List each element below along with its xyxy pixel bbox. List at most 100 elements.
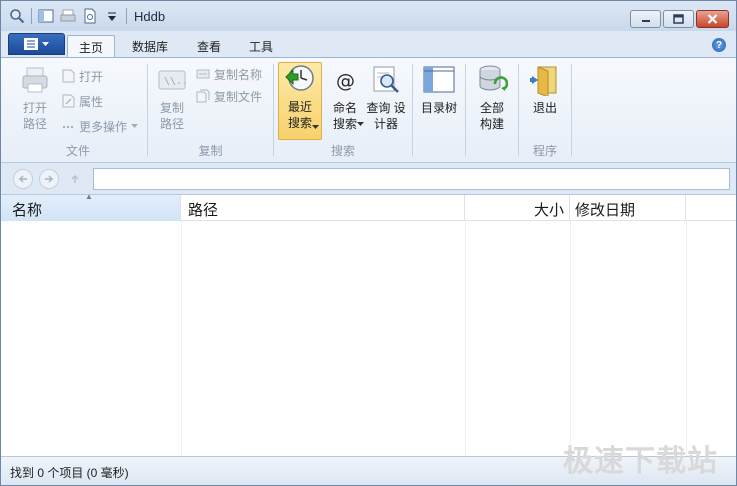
at-sign-icon: @ <box>329 64 361 96</box>
divider <box>686 221 687 457</box>
column-modified-label: 修改日期 <box>575 202 636 219</box>
search-group: 最近 搜索 @ 命名 搜索 查询 设 计器 搜索 <box>274 58 412 162</box>
column-size-label: 大小 <box>533 202 564 219</box>
status-text: 找到 0 个项目 (0 毫秒) <box>10 466 129 480</box>
address-input[interactable] <box>93 168 730 190</box>
copy-file-button[interactable]: 复制文件 <box>196 86 262 106</box>
up-arrow-icon <box>71 174 79 183</box>
copy-group-label: 复制 <box>198 144 223 158</box>
tab-view[interactable]: 查看 <box>186 35 232 57</box>
divider <box>31 8 32 24</box>
customize-dropdown-icon[interactable] <box>104 8 120 24</box>
divider <box>126 8 127 24</box>
chevron-down-icon <box>42 41 49 46</box>
divider <box>570 221 571 457</box>
app-window: Hddb 主页 数据库 查看 工具 ? 打开 路径 打开 属性 更多操作 文件 … <box>0 0 737 486</box>
program-group: 退出 程序 <box>519 58 571 162</box>
open-label: 打开 <box>79 69 104 84</box>
copy-path-button[interactable]: \\.. 复制 路径 <box>150 64 194 136</box>
column-path[interactable]: 路径 <box>181 195 465 221</box>
ribbon-tabs: 主页 数据库 查看 工具 ? <box>1 31 736 57</box>
copy-path-icon: \\.. <box>156 64 188 96</box>
search-group-label: 搜索 <box>330 144 355 158</box>
back-button[interactable] <box>13 169 33 189</box>
title-bar: Hddb <box>1 1 736 31</box>
more-actions-button[interactable]: 更多操作 <box>61 116 139 136</box>
window-controls <box>630 10 729 28</box>
magnifier-document-icon <box>370 64 402 96</box>
open-path-label: 打开 路径 <box>22 101 47 131</box>
help-icon[interactable]: ? <box>712 38 726 52</box>
copy-path-label: 复制 路径 <box>159 101 184 131</box>
tab-tools[interactable]: 工具 <box>238 35 284 57</box>
recent-search-label: 最近 搜索 <box>287 100 312 130</box>
recent-search-button[interactable]: 最近 搜索 <box>278 62 322 140</box>
copy-group: \\.. 复制 路径 复制名称 复制文件 复制 <box>148 58 273 162</box>
svg-text:\\..: \\.. <box>164 76 187 87</box>
more-actions-label: 更多操作 <box>79 119 128 134</box>
column-size[interactable]: 大小 <box>465 195 570 221</box>
query-designer-button[interactable]: 查询 设 计器 <box>364 64 408 136</box>
recent-clock-icon <box>284 63 316 95</box>
divider <box>465 221 466 457</box>
app-menu-button[interactable] <box>8 33 65 55</box>
divider <box>181 221 182 457</box>
document-icon <box>61 69 75 83</box>
tab-database[interactable]: 数据库 <box>121 35 179 57</box>
copy-name-button[interactable]: 复制名称 <box>196 64 262 84</box>
directory-tree-label: 目录树 <box>420 101 457 115</box>
back-arrow-icon <box>18 175 27 183</box>
minimize-button[interactable] <box>630 10 661 28</box>
chevron-down-icon <box>312 125 319 129</box>
column-header: ▲ 名称 路径 大小 修改日期 <box>1 192 736 221</box>
results-list[interactable]: ▲ 名称 路径 大小 修改日期 <box>1 192 736 457</box>
up-button[interactable] <box>65 169 85 189</box>
column-path-label: 路径 <box>188 202 219 219</box>
window-title: Hddb <box>134 9 166 24</box>
close-button[interactable] <box>696 10 729 28</box>
column-name[interactable]: ▲ 名称 <box>1 192 181 221</box>
exit-label: 退出 <box>532 101 557 115</box>
forward-button[interactable] <box>39 169 59 189</box>
chevron-down-icon <box>131 123 139 128</box>
navigation-bar <box>1 164 736 194</box>
layout-icon[interactable] <box>38 8 54 24</box>
name-search-button[interactable]: @ 命名 搜索 <box>323 64 367 136</box>
properties-button[interactable]: 属性 <box>61 91 103 111</box>
properties-icon <box>61 94 75 108</box>
forward-arrow-icon <box>45 175 54 183</box>
more-icon <box>61 119 75 133</box>
name-search-label: 命名 搜索 <box>332 101 357 131</box>
chevron-down-icon <box>357 122 364 126</box>
search-icon[interactable] <box>9 8 25 24</box>
maximize-button[interactable] <box>663 10 694 28</box>
printer-icon <box>19 64 51 96</box>
rebuild-all-button[interactable]: 全部 构建 <box>470 64 514 136</box>
file-group: 打开 路径 打开 属性 更多操作 文件 <box>9 58 147 162</box>
properties-label: 属性 <box>79 94 104 109</box>
divider <box>571 64 572 156</box>
rebuild-all-label: 全部 构建 <box>479 101 504 131</box>
copy-name-icon <box>196 67 210 81</box>
page-icon[interactable] <box>82 8 98 24</box>
open-path-button[interactable]: 打开 路径 <box>13 64 57 136</box>
rebuild-group: 全部 构建 <box>466 58 518 162</box>
copy-name-label: 复制名称 <box>214 67 263 82</box>
menu-icon <box>24 38 38 50</box>
query-designer-label: 查询 设 计器 <box>366 101 406 131</box>
exit-button[interactable]: 退出 <box>523 64 567 136</box>
sort-ascending-icon: ▲ <box>85 192 93 201</box>
column-name-label: 名称 <box>12 202 43 219</box>
open-button[interactable]: 打开 <box>61 66 103 86</box>
tab-home[interactable]: 主页 <box>67 35 116 57</box>
print-icon[interactable] <box>60 8 76 24</box>
copy-file-icon <box>196 89 210 103</box>
exit-door-icon <box>529 64 561 96</box>
quick-access-toolbar <box>9 8 127 24</box>
directory-tree-group: 目录树 <box>413 58 465 162</box>
column-modified[interactable]: 修改日期 <box>570 195 686 221</box>
copy-file-label: 复制文件 <box>214 89 263 104</box>
file-group-label: 文件 <box>65 144 90 158</box>
directory-tree-button[interactable]: 目录树 <box>417 64 461 136</box>
watermark: 极速下载站 <box>563 444 718 479</box>
